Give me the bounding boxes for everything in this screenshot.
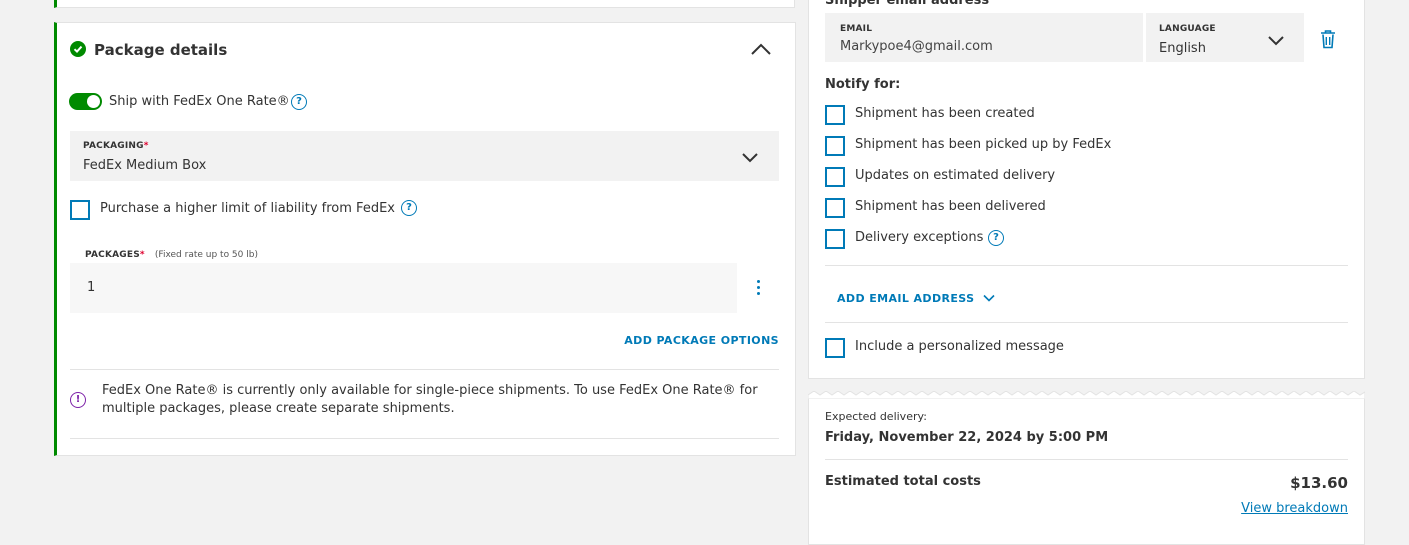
check-circle-icon [70, 41, 86, 57]
add-email-label: ADD EMAIL ADDRESS [837, 292, 975, 305]
one-rate-toggle[interactable] [69, 93, 102, 110]
notify-estimated-checkbox[interactable] [825, 167, 845, 187]
notify-exceptions-checkbox[interactable] [825, 229, 845, 249]
required-mark: * [139, 250, 145, 260]
previous-section-card [54, 0, 795, 8]
add-package-options-link[interactable]: ADD PACKAGE OPTIONS [624, 334, 779, 347]
info-icon: ! [70, 392, 86, 408]
view-breakdown-link[interactable]: View breakdown [1241, 501, 1348, 516]
notify-option-label: Delivery exceptions [855, 230, 984, 245]
language-label: LANGUAGE [1159, 24, 1216, 34]
notify-option-label: Shipment has been delivered [855, 199, 1046, 214]
liability-label: Purchase a higher limit of liability fro… [100, 201, 395, 216]
one-rate-label: Ship with FedEx One Rate® [109, 94, 290, 109]
packages-hint: (Fixed rate up to 50 lb) [154, 250, 258, 260]
packaging-label-text: PACKAGING [83, 141, 144, 151]
chevron-down-icon [983, 288, 995, 307]
estimated-total-value: $13.60 [1290, 474, 1348, 492]
expected-delivery-date: Friday, November 22, 2024 by 5:00 PM [825, 430, 1109, 445]
help-icon[interactable]: ? [291, 94, 307, 110]
estimated-total-label: Estimated total costs [825, 474, 981, 489]
add-email-address-button[interactable]: ADD EMAIL ADDRESS [837, 287, 995, 306]
divider [70, 369, 779, 370]
notify-option-label: Shipment has been picked up by FedEx [855, 137, 1112, 152]
notify-delivered-checkbox[interactable] [825, 198, 845, 218]
help-icon[interactable]: ? [988, 230, 1004, 246]
notify-option-label: Updates on estimated delivery [855, 168, 1056, 183]
package-details-title: Package details [94, 41, 228, 59]
email-label: EMAIL [840, 24, 873, 34]
chevron-up-icon[interactable] [749, 40, 773, 62]
divider [825, 265, 1348, 266]
packaging-label: PACKAGING* [83, 141, 149, 151]
notify-option-label: Shipment has been created [855, 106, 1035, 121]
packaging-value: FedEx Medium Box [83, 158, 207, 173]
divider [825, 459, 1348, 460]
notify-picked-up-checkbox[interactable] [825, 136, 845, 156]
notify-for-title: Notify for: [825, 77, 901, 92]
language-select[interactable]: LANGUAGE English [1146, 13, 1304, 62]
personalized-message-label: Include a personalized message [855, 339, 1064, 354]
ticket-edge [808, 391, 1365, 399]
trash-icon[interactable] [1320, 29, 1336, 53]
divider [70, 438, 779, 439]
notify-created-checkbox[interactable] [825, 105, 845, 125]
packages-label-text: PACKAGES [85, 250, 140, 260]
liability-checkbox[interactable] [70, 200, 90, 220]
one-rate-notice: FedEx One Rate® is currently only availa… [102, 383, 758, 416]
email-value: Markypoe4@gmail.com [840, 39, 993, 54]
help-icon[interactable]: ? [401, 200, 417, 216]
expected-delivery-label: Expected delivery: [825, 410, 927, 423]
shipper-email-section-label: Shipper email address [825, 0, 990, 8]
language-value: English [1159, 41, 1206, 56]
toggle-knob [87, 95, 100, 108]
chevron-down-icon [741, 148, 759, 167]
packages-value: 1 [87, 280, 96, 295]
packages-input[interactable]: 1 [70, 263, 737, 313]
kebab-icon[interactable] [757, 280, 761, 298]
personalized-message-checkbox[interactable] [825, 338, 845, 358]
required-mark: * [143, 141, 149, 151]
chevron-down-icon [1267, 31, 1285, 50]
divider [825, 322, 1348, 323]
packages-label: PACKAGES* (Fixed rate up to 50 lb) [85, 242, 258, 261]
email-field[interactable]: EMAIL Markypoe4@gmail.com [825, 13, 1143, 62]
packaging-select[interactable]: PACKAGING* FedEx Medium Box [70, 131, 779, 181]
